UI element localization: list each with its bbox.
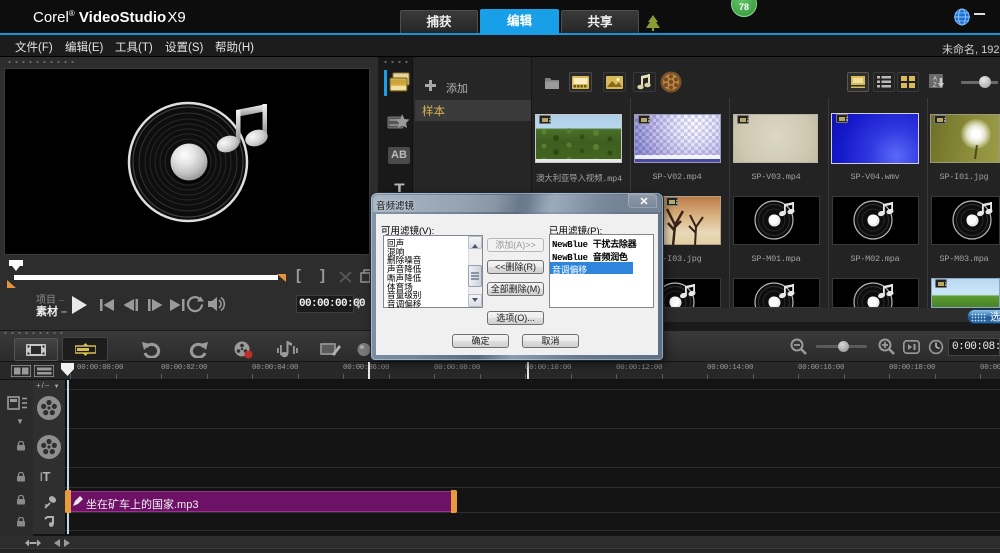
svg-text:Z: Z	[933, 83, 937, 89]
svg-text:A: A	[933, 77, 937, 83]
